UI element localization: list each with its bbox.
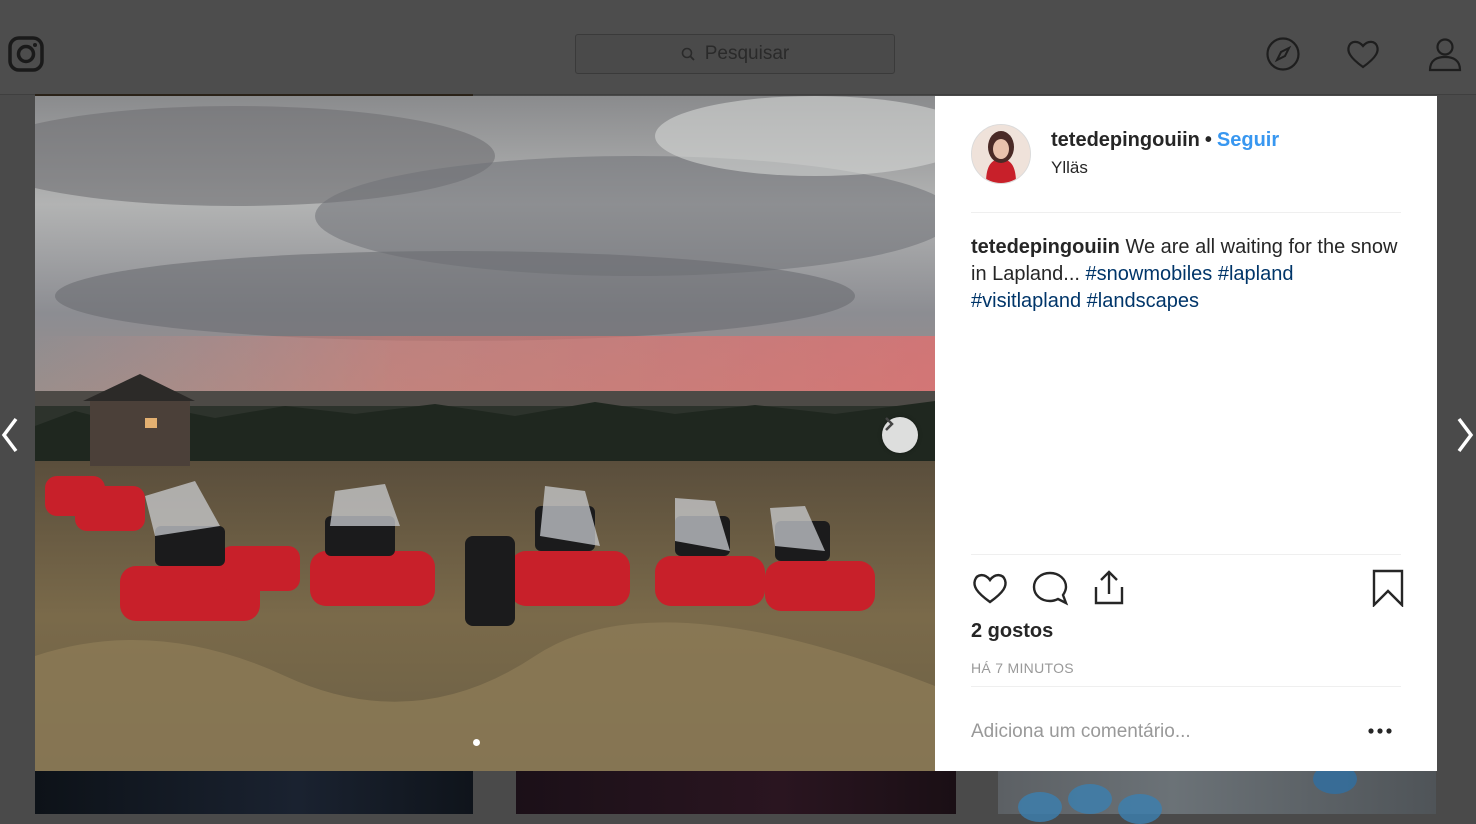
next-post-arrow-icon[interactable]: [1453, 415, 1475, 455]
post-location[interactable]: Ylläs: [1051, 158, 1279, 178]
share-icon[interactable]: [1090, 569, 1128, 607]
search-input[interactable]: Pesquisar: [575, 34, 895, 74]
post-header: tetedepingouiin • Seguir Ylläs: [971, 124, 1401, 213]
post-author-username[interactable]: tetedepingouiin: [1051, 129, 1200, 151]
bookmark-icon[interactable]: [1369, 569, 1407, 607]
comment-input[interactable]: Adiciona um comentário...: [971, 721, 1191, 743]
likes-count[interactable]: 2 gostos: [971, 620, 1053, 643]
avatar[interactable]: [971, 124, 1031, 184]
post-sidebar: tetedepingouiin • Seguir Ylläs tetedepingo…: [935, 96, 1437, 771]
search-placeholder: Pesquisar: [704, 43, 790, 64]
post-timestamp: HÁ 7 MINUTOS: [971, 660, 1074, 676]
caption-username[interactable]: tetedepingouiin: [971, 236, 1120, 258]
background-thumbnail[interactable]: [516, 770, 956, 814]
more-options-icon[interactable]: [1367, 721, 1393, 741]
separator-dot: •: [1204, 129, 1212, 151]
hashtag-link[interactable]: #snowmobiles: [1086, 263, 1213, 285]
search-icon: [681, 47, 695, 61]
instagram-logo-icon[interactable]: [8, 36, 44, 72]
chevron-right-icon: [885, 417, 894, 431]
carousel-next-button[interactable]: [882, 417, 918, 453]
follow-button[interactable]: Seguir: [1217, 129, 1279, 151]
top-navigation-bar: Pesquisar: [0, 0, 1476, 95]
hashtag-link[interactable]: #visitlapland: [971, 290, 1081, 312]
hashtag-link[interactable]: #lapland: [1218, 263, 1294, 285]
comment-bubble-icon[interactable]: [1031, 569, 1069, 607]
previous-post-arrow-icon[interactable]: [0, 415, 22, 455]
compass-icon[interactable]: [1265, 36, 1301, 72]
post-actions: [971, 554, 1404, 625]
background-thumbnail[interactable]: [998, 764, 1436, 824]
comment-bar: Adiciona um comentário...: [971, 686, 1401, 772]
carousel-indicator-dot: [473, 739, 480, 746]
user-icon[interactable]: [1427, 36, 1463, 72]
post-caption: tetedepingouiin We are all waiting for t…: [971, 234, 1401, 315]
post-photo[interactable]: [35, 96, 935, 771]
hashtag-link[interactable]: #landscapes: [1087, 290, 1199, 312]
snowmobiles-landscape-image: [35, 96, 935, 771]
post-modal: tetedepingouiin • Seguir Ylläs tetedepingo…: [35, 96, 1437, 771]
user-avatar-image: [972, 125, 1030, 183]
like-heart-icon[interactable]: [971, 569, 1009, 607]
background-thumbnail[interactable]: [35, 770, 473, 814]
heart-icon[interactable]: [1345, 36, 1381, 72]
